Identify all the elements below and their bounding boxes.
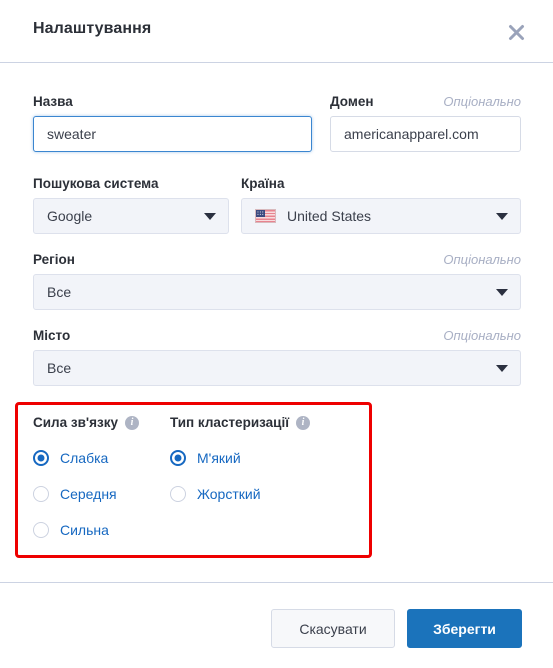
- country-select[interactable]: United States: [241, 198, 521, 234]
- cancel-button[interactable]: Скасувати: [271, 609, 395, 648]
- close-button[interactable]: [501, 17, 531, 47]
- name-label: Назва: [33, 94, 73, 109]
- name-label-row: Назва: [33, 94, 313, 109]
- radio-link-strength-medium[interactable]: Середня: [33, 486, 117, 502]
- cluster-type-title-text: Тип кластеризації: [170, 415, 290, 430]
- radio-label: Сильна: [60, 522, 109, 538]
- chevron-down-icon: [496, 212, 508, 220]
- city-value: Все: [47, 360, 72, 376]
- radio-mark-icon: [170, 486, 186, 502]
- dialog-title: Налаштування: [33, 20, 152, 37]
- name-input[interactable]: [33, 116, 312, 152]
- region-label: Регіон: [33, 252, 75, 267]
- city-label: Місто: [33, 328, 71, 343]
- city-optional-tag: Опціонально: [443, 328, 521, 343]
- country-label-row: Країна: [241, 176, 520, 191]
- domain-label: Домен: [330, 94, 374, 109]
- radio-mark-icon: [33, 450, 49, 466]
- domain-input[interactable]: [330, 116, 521, 152]
- close-icon: [508, 24, 524, 40]
- region-label-row: Регіон Опціонально: [33, 252, 521, 267]
- dialog-header: Налаштування: [0, 0, 553, 63]
- radio-label: Жорсткий: [197, 486, 261, 502]
- search-engine-label-row: Пошукова система: [33, 176, 223, 191]
- cluster-type-title: Тип кластеризації i: [170, 415, 311, 430]
- region-optional-tag: Опціонально: [443, 252, 521, 267]
- radio-link-strength-strong[interactable]: Сильна: [33, 522, 109, 538]
- radio-label: Слабка: [60, 450, 109, 466]
- radio-mark-icon: [33, 522, 49, 538]
- info-icon[interactable]: i: [296, 415, 311, 430]
- link-strength-title-text: Сила зв'язку: [33, 415, 118, 430]
- settings-dialog: Налаштування Назва Домен Опціонально Пош…: [0, 0, 553, 668]
- country-value: United States: [287, 208, 372, 224]
- search-engine-select[interactable]: Google: [33, 198, 229, 234]
- radio-label: Середня: [60, 486, 117, 502]
- radio-mark-icon: [33, 486, 49, 502]
- chevron-down-icon: [496, 364, 508, 372]
- radio-cluster-type-hard[interactable]: Жорсткий: [170, 486, 261, 502]
- radio-cluster-type-soft[interactable]: М'який: [170, 450, 241, 466]
- search-engine-label: Пошукова система: [33, 176, 159, 191]
- radio-mark-icon: [170, 450, 186, 466]
- save-button[interactable]: Зберегти: [407, 609, 522, 648]
- city-label-row: Місто Опціонально: [33, 328, 521, 343]
- domain-optional-tag: Опціонально: [443, 94, 521, 109]
- link-strength-title: Сила зв'язку i: [33, 415, 139, 430]
- region-value: Все: [47, 284, 72, 300]
- radio-link-strength-weak[interactable]: Слабка: [33, 450, 108, 466]
- country-label: Країна: [241, 176, 285, 191]
- us-flag-icon: [255, 209, 276, 223]
- city-select[interactable]: Все: [33, 350, 521, 386]
- chevron-down-icon: [204, 212, 216, 220]
- search-engine-value: Google: [47, 208, 93, 224]
- domain-label-row: Домен Опціонально: [330, 94, 521, 109]
- radio-label: М'який: [197, 450, 241, 466]
- dialog-footer: Скасувати Зберегти: [0, 582, 553, 668]
- chevron-down-icon: [496, 288, 508, 296]
- region-select[interactable]: Все: [33, 274, 521, 310]
- info-icon[interactable]: i: [124, 415, 139, 430]
